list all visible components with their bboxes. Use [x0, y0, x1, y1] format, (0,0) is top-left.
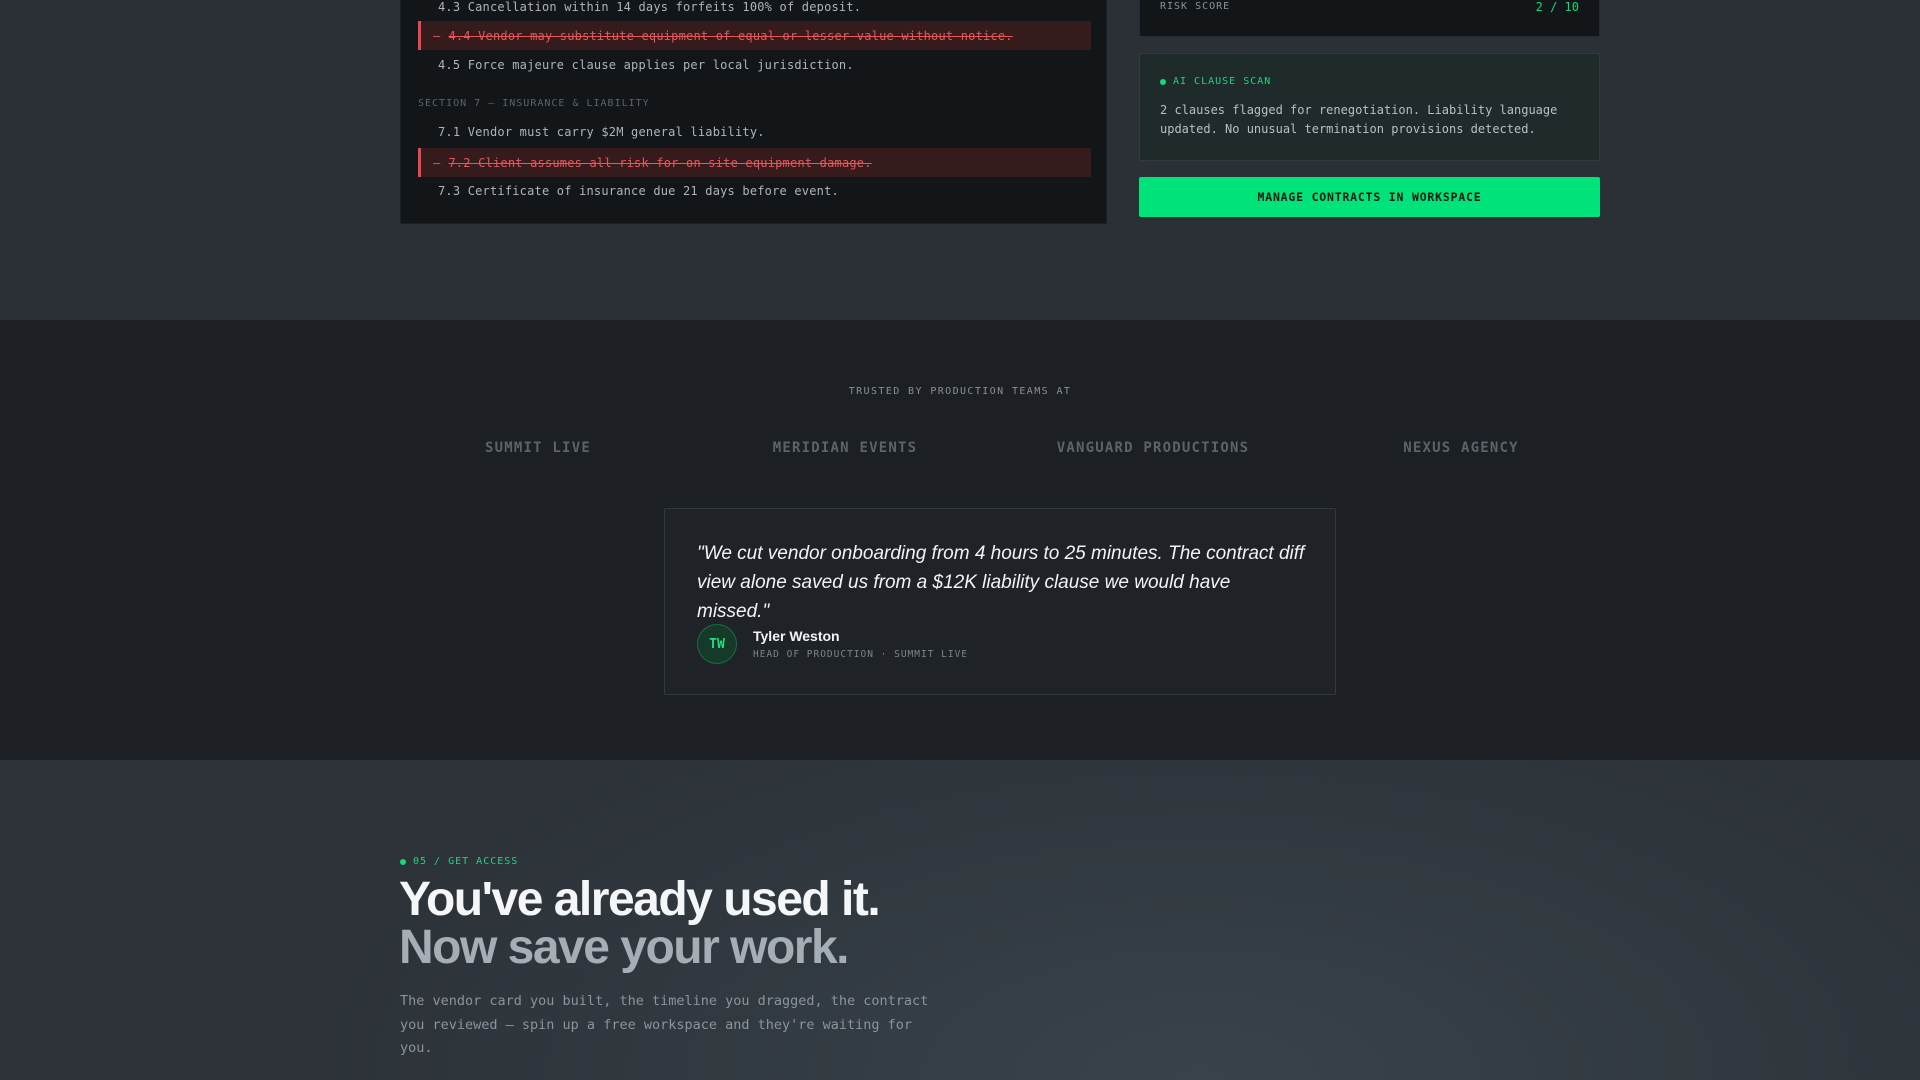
section-eyebrow: 05 / GET ACCESS — [400, 856, 518, 867]
risk-score-label: RISK SCORE — [1160, 1, 1231, 12]
clause-7-1: 7.1 Vendor must carry $2M general liabil… — [438, 124, 765, 139]
section-7-label: SECTION 7 — INSURANCE & LIABILITY — [418, 98, 650, 109]
manage-contracts-button[interactable]: MANAGE CONTRACTS IN WORKSPACE — [1139, 177, 1600, 217]
trusted-by-section: TRUSTED BY PRODUCTION TEAMS AT SUMMIT LI… — [0, 320, 1920, 760]
page-title: You've already used it. Now save your wo… — [399, 873, 881, 974]
clause-4-5: 4.5 Force majeure clause applies per loc… — [438, 57, 854, 72]
headline-line-2: Now save your work. — [399, 921, 850, 974]
status-dot-icon — [400, 858, 406, 865]
section-description: The vendor card you built, the timeline … — [400, 993, 929, 1056]
logo-summit-live: SUMMIT LIVE — [485, 440, 591, 456]
get-access-section: 05 / GET ACCESS You've already used it. … — [0, 760, 1920, 1080]
testimonial-quote: "We cut vendor onboarding from 4 hours t… — [697, 543, 1305, 622]
risk-score-card: RISK SCORE 2 / 10 — [1139, 0, 1600, 37]
clause-7-2-removed: — 7.2 Client assumes all risk for on-sit… — [418, 148, 1091, 177]
testimonial-author-role: HEAD OF PRODUCTION · SUMMIT LIVE — [753, 649, 969, 660]
ai-clause-scan-body: 2 clauses flagged for renegotiation. Lia… — [1160, 103, 1558, 136]
removed-marker: — — [433, 155, 441, 170]
logo-meridian-events: MERIDIAN EVENTS — [772, 440, 918, 456]
ai-clause-scan-title: AI CLAUSE SCAN — [1160, 76, 1271, 87]
testimonial-card: "We cut vendor onboarding from 4 hours t… — [664, 508, 1336, 695]
headline-line-1: You've already used it. — [399, 873, 881, 926]
clause-4-4-removed: — 4.4 Vendor may substitute equipment of… — [418, 21, 1091, 50]
avatar: TW — [697, 624, 737, 664]
contract-diff-panel: 4.3 Cancellation within 14 days forfeits… — [400, 0, 1107, 224]
risk-score-value: 2 / 10 — [1535, 0, 1579, 14]
status-dot-icon — [1160, 78, 1166, 85]
ai-clause-scan-card: AI CLAUSE SCAN 2 clauses flagged for ren… — [1139, 53, 1600, 161]
contract-review-section: 4.3 Cancellation within 14 days forfeits… — [0, 0, 1920, 320]
testimonial-author-name: Tyler Weston — [753, 628, 840, 644]
trusted-by-title: TRUSTED BY PRODUCTION TEAMS AT — [848, 386, 1072, 397]
logo-vanguard-productions: VANGUARD PRODUCTIONS — [1056, 440, 1250, 456]
logo-nexus-agency: NEXUS AGENCY — [1403, 440, 1519, 456]
removed-marker: — — [433, 28, 441, 43]
clause-4-3: 4.3 Cancellation within 14 days forfeits… — [438, 0, 862, 14]
clause-7-3: 7.3 Certificate of insurance due 21 days… — [438, 183, 839, 198]
